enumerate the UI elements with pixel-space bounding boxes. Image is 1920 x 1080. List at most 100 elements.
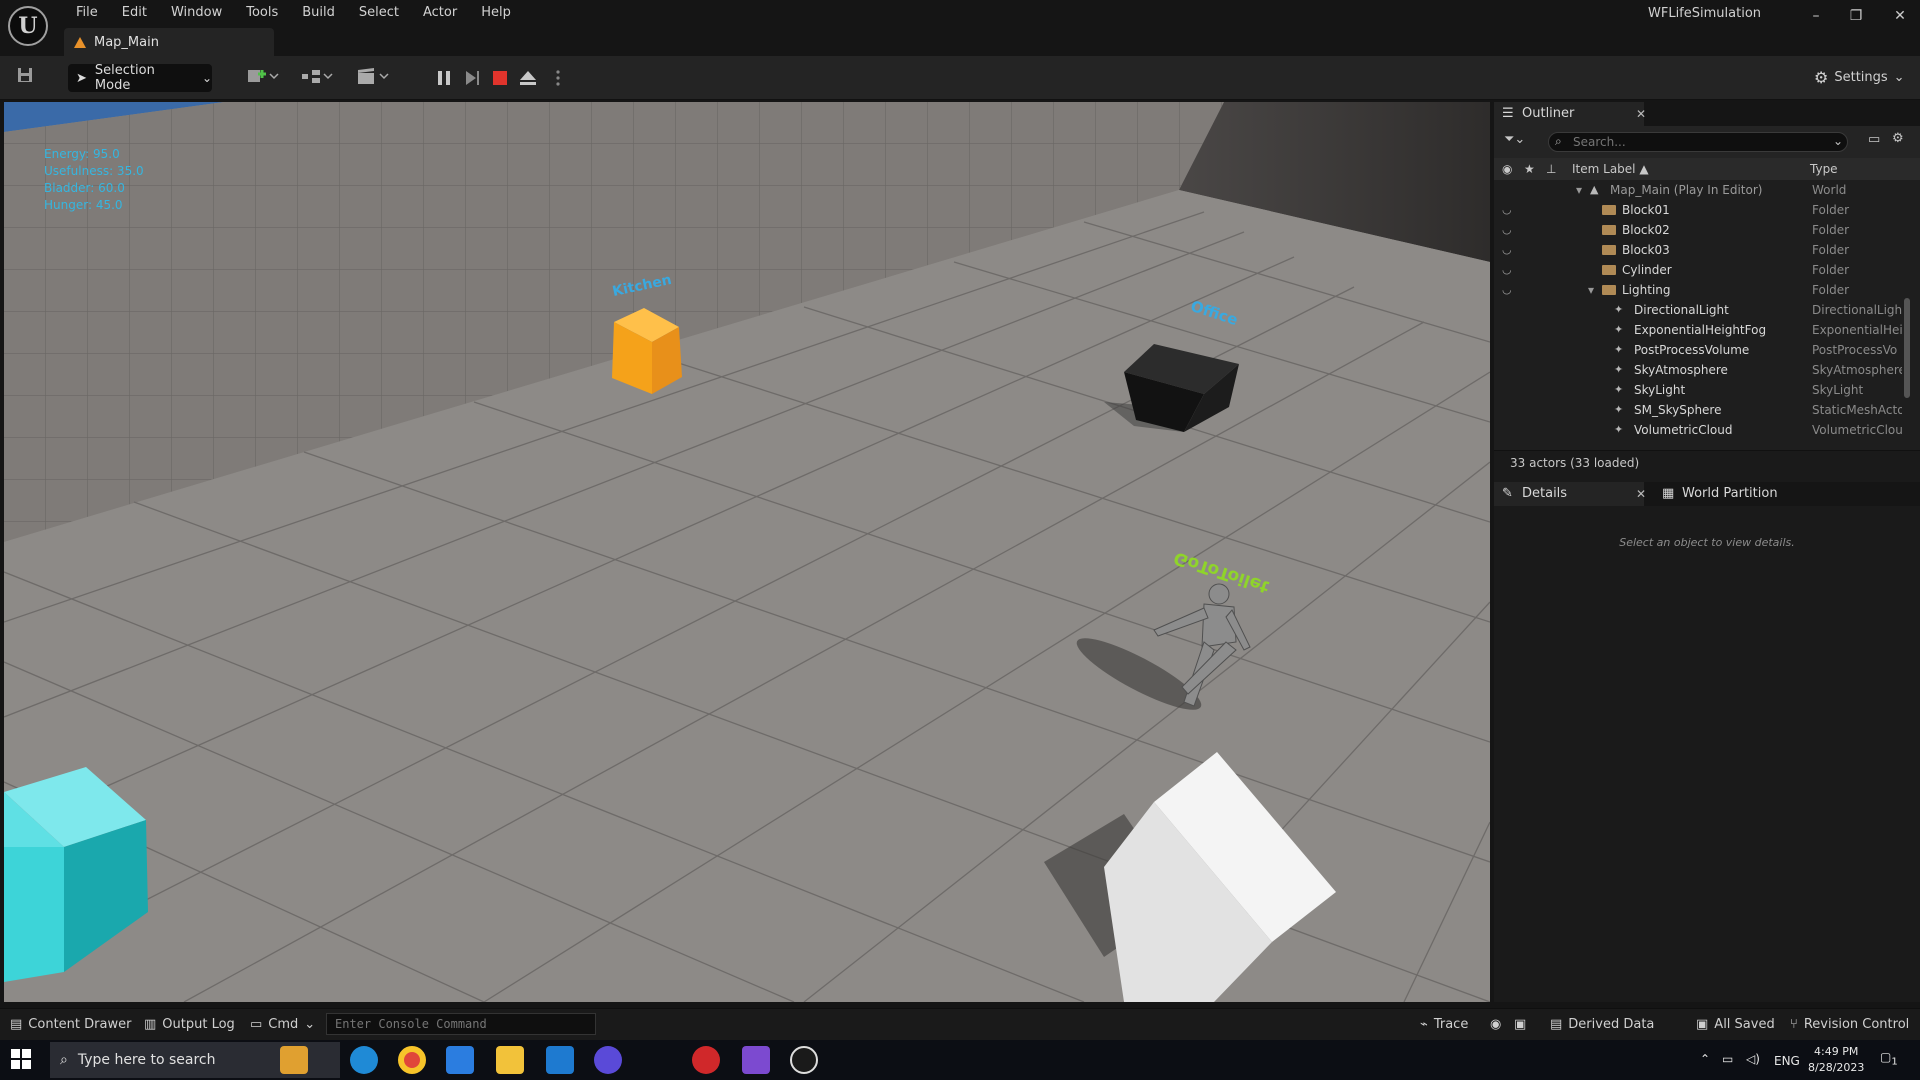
- gear-icon: ⚙: [1814, 68, 1829, 87]
- restore-button[interactable]: ❐: [1836, 4, 1876, 28]
- visibility-icon[interactable]: ◡: [1502, 280, 1512, 300]
- gear-icon[interactable]: ⚙: [1892, 131, 1904, 146]
- revision-control-button[interactable]: ⑂ Revision Control: [1790, 1017, 1909, 1032]
- all-saved-button[interactable]: ▣ All Saved: [1696, 1017, 1775, 1032]
- windows-start-icon[interactable]: [10, 1048, 34, 1072]
- volume-icon[interactable]: ◁): [1746, 1052, 1760, 1066]
- menu-help[interactable]: Help: [469, 2, 523, 24]
- visibility-icon[interactable]: ◡: [1502, 200, 1512, 220]
- outliner-row[interactable]: ◡ ▾ Lighting Folder: [1494, 280, 1914, 300]
- outliner-row[interactable]: ◡ Block02 Folder: [1494, 220, 1914, 240]
- network-icon[interactable]: ▭: [1722, 1052, 1733, 1066]
- tab-outliner[interactable]: ☰ Outliner ✕: [1494, 102, 1646, 126]
- outliner-row[interactable]: ◡ Block03 Folder: [1494, 240, 1914, 260]
- taskbar-search-placeholder: Type here to search: [77, 1052, 216, 1068]
- unreal-engine-icon[interactable]: [790, 1046, 818, 1074]
- tab-details[interactable]: ✎ Details ✕: [1494, 482, 1646, 506]
- column-type[interactable]: Type: [1810, 158, 1838, 180]
- pin-icon[interactable]: ⊥: [1546, 158, 1556, 180]
- chevron-down-icon: ⌄: [304, 1017, 316, 1032]
- windows-taskbar: ⌕ Type here to search ⌃ ▭ ◁) ENG 4:49 PM…: [0, 1040, 1920, 1080]
- visibility-icon[interactable]: ◡: [1502, 240, 1512, 260]
- project-title: WFLifeSimulation: [1648, 6, 1762, 21]
- add-actor-icon[interactable]: [244, 66, 282, 90]
- drawer-icon: ▤: [10, 1017, 23, 1032]
- outliner-row[interactable]: ◡ Cylinder Folder: [1494, 260, 1914, 280]
- save-icon[interactable]: [14, 66, 36, 90]
- outliner-row[interactable]: ✦ DirectionalLight DirectionalLigh: [1494, 300, 1914, 320]
- chrome-icon[interactable]: [398, 1046, 426, 1074]
- outliner-scrollbar[interactable]: [1904, 298, 1910, 398]
- output-log-button[interactable]: ▥ Output Log: [144, 1017, 235, 1032]
- cinematics-icon[interactable]: [354, 66, 392, 90]
- console-command-input[interactable]: [326, 1013, 596, 1035]
- chevron-down-icon[interactable]: ▾: [1588, 280, 1594, 300]
- visibility-icon[interactable]: ◡: [1502, 260, 1512, 280]
- pause-icon[interactable]: [434, 68, 454, 88]
- menu-build[interactable]: Build: [290, 2, 347, 24]
- outliner-column-header: ◉ ★ ⊥ Item Label ▲ Type: [1494, 158, 1920, 180]
- news-widget-icon[interactable]: [280, 1046, 308, 1074]
- outliner-row[interactable]: ▾ ▲ Map_Main (Play In Editor) World: [1494, 180, 1914, 200]
- clock[interactable]: 4:49 PM 8/28/2023: [1808, 1044, 1864, 1076]
- outliner-search[interactable]: ⌕ ⌄: [1548, 132, 1848, 152]
- chevron-up-icon[interactable]: ⌃: [1700, 1052, 1710, 1066]
- close-button[interactable]: ✕: [1880, 4, 1920, 28]
- outliner-search-input[interactable]: [1573, 135, 1823, 149]
- menu-actor[interactable]: Actor: [411, 2, 469, 24]
- outliner-row[interactable]: ✦ PostProcessVolume PostProcessVo: [1494, 340, 1914, 360]
- notification-icon[interactable]: ▢1: [1880, 1050, 1898, 1067]
- visibility-icon[interactable]: ◡: [1502, 220, 1512, 240]
- star-icon[interactable]: ★: [1524, 158, 1535, 180]
- language-indicator[interactable]: ENG: [1774, 1054, 1800, 1068]
- eject-icon[interactable]: [518, 68, 538, 88]
- blueprint-icon[interactable]: [298, 66, 336, 90]
- menu-file[interactable]: File: [64, 2, 110, 24]
- copilot-icon[interactable]: [594, 1046, 622, 1074]
- menu-select[interactable]: Select: [347, 2, 411, 24]
- step-icon[interactable]: [462, 68, 482, 88]
- column-item-label[interactable]: Item Label ▲: [1572, 158, 1649, 180]
- minimize-button[interactable]: –: [1796, 4, 1836, 28]
- menu-edit[interactable]: Edit: [110, 2, 159, 24]
- stat-energy: Energy: 95.0: [44, 147, 120, 161]
- camera-icon[interactable]: ▣: [1514, 1017, 1526, 1032]
- content-drawer-button[interactable]: ▤ Content Drawer: [10, 1017, 131, 1032]
- outliner-row[interactable]: ◡ Block01 Folder: [1494, 200, 1914, 220]
- chevron-down-icon[interactable]: ▾: [1576, 180, 1582, 200]
- outliner-row[interactable]: ✦ VolumetricCloud VolumetricClou: [1494, 420, 1914, 440]
- outliner-row[interactable]: ✦ SM_SkySphere StaticMeshActo: [1494, 400, 1914, 420]
- outliner-row-type: SkyAtmosphere: [1812, 363, 1902, 377]
- app-icon[interactable]: [692, 1046, 720, 1074]
- settings-button[interactable]: ⚙ Settings ⌄: [1814, 68, 1905, 87]
- file-explorer-icon[interactable]: [496, 1046, 524, 1074]
- cmd-dropdown[interactable]: ▭ Cmd ⌄: [250, 1017, 315, 1032]
- mail-icon[interactable]: [546, 1046, 574, 1074]
- store-icon[interactable]: [446, 1046, 474, 1074]
- stop-icon[interactable]: [490, 68, 510, 88]
- record-icon[interactable]: ◉: [1490, 1017, 1501, 1032]
- menu-tools[interactable]: Tools: [234, 2, 290, 24]
- outliner-row[interactable]: ✦ SkyLight SkyLight: [1494, 380, 1914, 400]
- visibility-icon[interactable]: ◉: [1502, 158, 1512, 180]
- outliner-row-type: Folder: [1812, 263, 1850, 277]
- outliner-row-label: Cylinder: [1622, 263, 1672, 277]
- outliner-row[interactable]: ✦ ExponentialHeightFog ExponentialHei: [1494, 320, 1914, 340]
- edge-icon[interactable]: [350, 1046, 378, 1074]
- menu-window[interactable]: Window: [159, 2, 234, 24]
- level-viewport[interactable]: Energy: 95.0 Usefulness: 35.0 Bladder: 6…: [4, 102, 1490, 1002]
- chevron-down-icon[interactable]: ⌄: [1833, 134, 1843, 148]
- add-folder-icon[interactable]: ▭: [1868, 132, 1880, 147]
- filter-icon[interactable]: ⏷⌄: [1504, 132, 1525, 147]
- trace-button[interactable]: ⌁ Trace: [1420, 1017, 1468, 1032]
- more-icon[interactable]: [548, 68, 568, 88]
- derived-data-button[interactable]: ▤ Derived Data: [1550, 1017, 1654, 1032]
- outliner-row[interactable]: ✦ SkyAtmosphere SkyAtmosphere: [1494, 360, 1914, 380]
- unreal-logo-icon[interactable]: U: [8, 6, 48, 46]
- map-tab[interactable]: Map_Main: [64, 28, 274, 56]
- close-icon[interactable]: ✕: [1636, 482, 1646, 506]
- visual-studio-icon[interactable]: [742, 1046, 770, 1074]
- tab-world-partition[interactable]: ▦ World Partition: [1654, 482, 1804, 506]
- close-icon[interactable]: ✕: [1636, 102, 1646, 126]
- selection-mode-dropdown[interactable]: ➤ Selection Mode ⌄: [68, 63, 212, 93]
